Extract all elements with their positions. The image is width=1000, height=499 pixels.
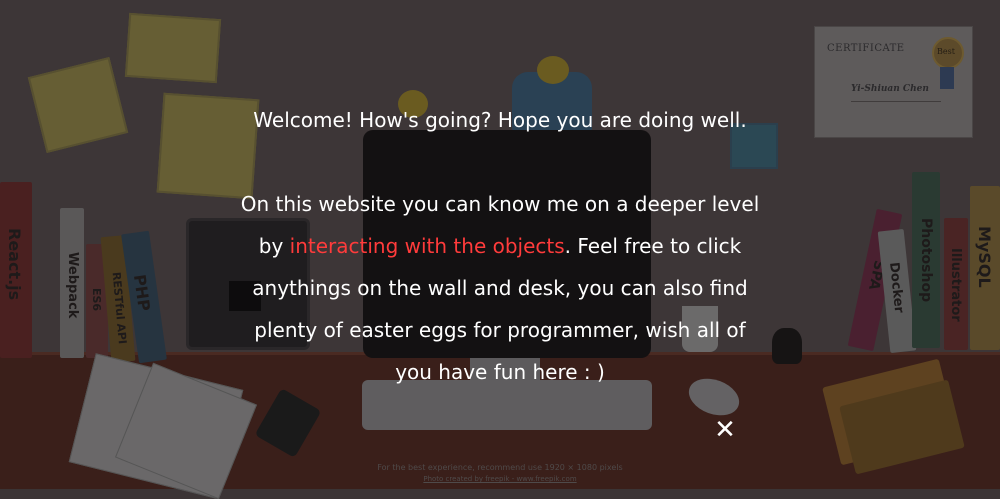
intro-line-2: by interacting with the objects. Feel fr… — [240, 234, 760, 258]
intro-line-3: anythings on the wall and desk, you can … — [240, 276, 760, 300]
book-label: MySQL — [975, 226, 994, 288]
book-webpack[interactable]: Webpack — [60, 208, 84, 358]
duck-toy[interactable] — [537, 56, 569, 84]
certificate-title: CERTIFICATE — [827, 43, 905, 54]
keyboard[interactable] — [362, 380, 652, 430]
book-label: RESTful API — [109, 271, 129, 345]
close-button[interactable]: ✕ — [712, 417, 738, 443]
close-icon: ✕ — [714, 415, 736, 445]
certificate-badge: Best — [937, 47, 955, 56]
book-illustrator[interactable]: Illustrator — [944, 218, 968, 350]
certificate-name: Yi-Shiuan Chen — [851, 84, 929, 94]
intro-text: by — [258, 234, 290, 258]
intro-line-4: plenty of easter eggs for programmer, wi… — [240, 318, 760, 342]
book-label: Docker — [886, 261, 907, 314]
certificate-frame[interactable]: CERTIFICATE Best Yi-Shiuan Chen — [814, 26, 973, 138]
medal-icon: Best — [932, 37, 964, 69]
photo-credit-link[interactable]: Photo created by freepik - www.freepik.c… — [0, 475, 1000, 483]
intro-text: you have fun here : ) — [395, 360, 605, 384]
book-label: PHP — [129, 273, 154, 313]
intro-line-1: On this website you can know me on a dee… — [240, 192, 760, 216]
intro-text: plenty of easter eggs for programmer, wi… — [254, 318, 746, 342]
greeting-text: Welcome! How's going? Hope you are doing… — [253, 108, 747, 132]
book-react[interactable]: React.js — [0, 182, 32, 358]
book-label: Illustrator — [948, 248, 963, 322]
octocat-icon[interactable] — [772, 328, 802, 364]
book-label: Photoshop — [918, 218, 934, 303]
intro-line-5: you have fun here : ) — [240, 360, 760, 384]
intro-text: On this website you can know me on a dee… — [240, 192, 760, 216]
intro-text: anythings on the wall and desk, you can … — [252, 276, 748, 300]
book-photoshop[interactable]: Photoshop — [912, 172, 940, 348]
intro-text: . Feel free to click — [564, 234, 742, 258]
welcome-greeting: Welcome! How's going? Hope you are doing… — [240, 108, 760, 132]
interacting-highlight: interacting with the objects — [289, 234, 565, 258]
book-label: Webpack — [65, 252, 80, 319]
book-label: React.js — [5, 228, 24, 301]
signature-line — [851, 101, 941, 102]
ribbon-icon — [940, 67, 954, 89]
book-label: ES6 — [90, 288, 103, 312]
wall-note[interactable] — [124, 12, 222, 84]
book-mysql[interactable]: MySQL — [970, 186, 1000, 350]
resolution-note: For the best experience, recommend use 1… — [377, 463, 623, 472]
